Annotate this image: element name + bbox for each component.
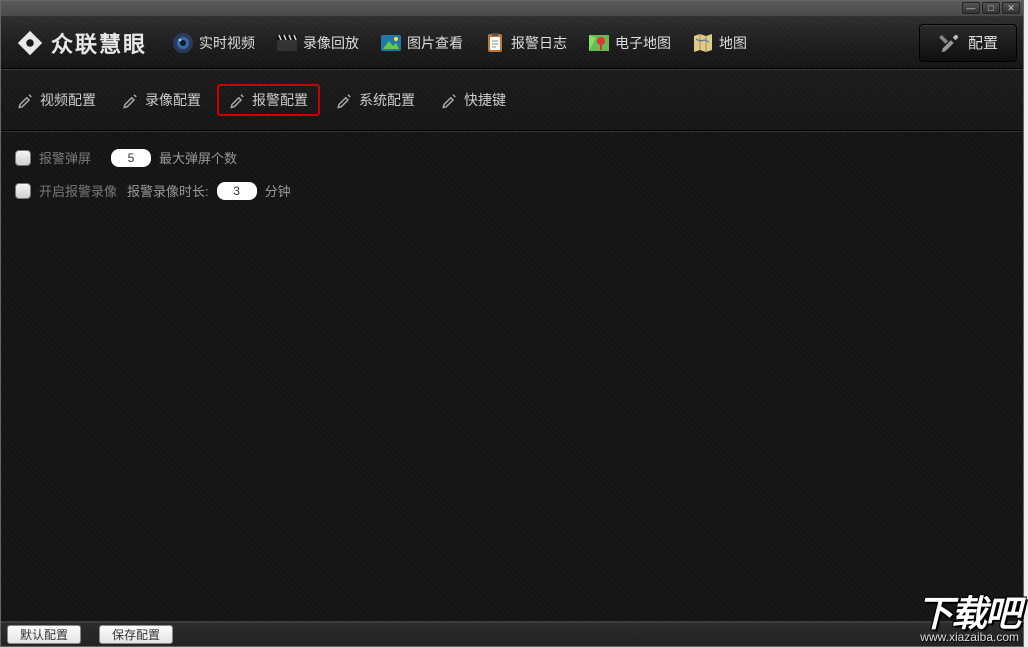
nav-emap[interactable]: 电子地图	[579, 27, 679, 59]
record-duration-suffix: 分钟	[265, 181, 291, 200]
config-subnav: 视频配置 录像配置 报警配置 系统配置 快捷键	[1, 69, 1023, 131]
nav-label: 图片查看	[407, 33, 463, 53]
nav-label: 实时视频	[199, 33, 255, 53]
subnav-label: 录像配置	[145, 90, 201, 110]
window-controls: — □ ✕	[962, 2, 1020, 14]
config-panel: 报警弹屏 最大弹屏个数 开启报警录像 报警录像时长: 分钟	[1, 131, 1023, 621]
main-nav: 实时视频 录像回放 图片查看 报警日志	[163, 27, 755, 59]
subnav-label: 快捷键	[464, 90, 506, 110]
close-button[interactable]: ✕	[1002, 2, 1020, 14]
nav-alarm-log[interactable]: 报警日志	[475, 27, 575, 59]
camera-lens-icon	[171, 31, 195, 55]
settings-label: 配置	[968, 32, 998, 53]
nav-playback[interactable]: 录像回放	[267, 27, 367, 59]
default-config-button[interactable]: 默认配置	[7, 625, 81, 644]
record-duration-prefix: 报警录像时长:	[127, 181, 209, 200]
settings-button[interactable]: 配置	[919, 24, 1017, 62]
subnav-label: 报警配置	[252, 90, 308, 110]
subnav-alarm-config[interactable]: 报警配置	[217, 84, 320, 116]
max-popup-suffix: 最大弹屏个数	[159, 148, 237, 167]
alarm-record-row: 开启报警录像 报警录像时长: 分钟	[15, 181, 1009, 200]
wrench-icon	[122, 91, 140, 109]
save-config-button[interactable]: 保存配置	[99, 625, 173, 644]
footer: 默认配置 保存配置	[1, 622, 1023, 646]
nav-map[interactable]: 地图	[683, 27, 755, 59]
brand-logo: 众联慧眼	[7, 27, 155, 59]
subnav-record-config[interactable]: 录像配置	[112, 84, 211, 116]
app-window: — □ ✕ 众联慧眼 实时视频 录像回放	[0, 0, 1024, 647]
alarm-popup-row: 报警弹屏 最大弹屏个数	[15, 148, 1009, 167]
tools-icon	[938, 31, 962, 55]
nav-label: 地图	[719, 33, 747, 53]
alarm-popup-checkbox[interactable]	[15, 150, 31, 166]
maximize-button[interactable]: □	[982, 2, 1000, 14]
subnav-system-config[interactable]: 系统配置	[326, 84, 425, 116]
nav-label: 报警日志	[511, 33, 567, 53]
nav-label: 录像回放	[303, 33, 359, 53]
enable-record-checkbox[interactable]	[15, 183, 31, 199]
minimize-button[interactable]: —	[962, 2, 980, 14]
wrench-icon	[17, 91, 35, 109]
nav-live-video[interactable]: 实时视频	[163, 27, 263, 59]
wrench-icon	[441, 91, 459, 109]
subnav-hotkeys[interactable]: 快捷键	[431, 84, 516, 116]
subnav-label: 视频配置	[40, 90, 96, 110]
alarm-popup-label: 报警弹屏	[39, 148, 103, 167]
record-duration-input[interactable]	[217, 182, 257, 200]
wrench-icon	[336, 91, 354, 109]
map-pin-icon	[587, 31, 611, 55]
brand-text: 众联慧眼	[51, 27, 147, 59]
wrench-icon	[229, 91, 247, 109]
clipboard-icon	[483, 31, 507, 55]
titlebar: — □ ✕	[1, 1, 1023, 17]
clapperboard-icon	[275, 31, 299, 55]
subnav-video-config[interactable]: 视频配置	[7, 84, 106, 116]
subnav-label: 系统配置	[359, 90, 415, 110]
nav-image-view[interactable]: 图片查看	[371, 27, 471, 59]
brand-mark-icon	[15, 28, 45, 58]
nav-label: 电子地图	[615, 33, 671, 53]
max-popup-input[interactable]	[111, 149, 151, 167]
enable-record-label: 开启报警录像	[39, 181, 119, 200]
folded-map-icon	[691, 31, 715, 55]
header: 众联慧眼 实时视频 录像回放 图片查看	[1, 17, 1023, 69]
picture-icon	[379, 31, 403, 55]
